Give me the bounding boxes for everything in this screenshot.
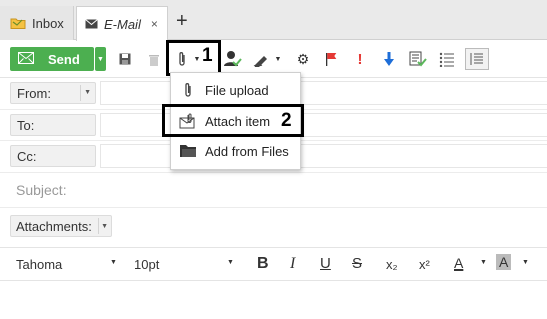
read-receipt-icon[interactable] (409, 50, 427, 68)
priority-high-icon[interactable]: ! (351, 50, 369, 68)
tab-email-label: E-Mail (104, 16, 141, 32)
list-icon[interactable] (438, 50, 456, 68)
chevron-down-icon[interactable]: ▼ (110, 259, 117, 266)
cc-button[interactable]: Cc: (10, 145, 96, 167)
tab-inbox-label: Inbox (32, 15, 64, 31)
highlight-color-button[interactable]: A (496, 254, 512, 270)
envelope-icon (85, 19, 98, 29)
strikethrough-button[interactable]: S (352, 255, 362, 272)
to-button[interactable]: To: (10, 114, 96, 136)
subject-row (0, 173, 547, 208)
template-icon[interactable] (465, 48, 489, 70)
annotation-number-2: 2 (281, 110, 292, 131)
divider (98, 218, 99, 234)
format-toolbar: Tahoma ▼ 10pt ▼ B I U S x₂ x² A ▼ A ▼ (0, 247, 547, 281)
new-tab-button[interactable]: + (176, 10, 188, 33)
from-button[interactable]: From: ▼ (10, 82, 96, 104)
menu-item-add-from-files[interactable]: Add from Files (171, 136, 300, 166)
flag-icon[interactable] (322, 50, 340, 68)
attachments-button[interactable]: Attachments: ▼ (10, 215, 112, 237)
annotation-number-1: 1 (202, 45, 213, 66)
menu-item-file-upload[interactable]: File upload (171, 75, 300, 105)
underline-button[interactable]: U (320, 255, 331, 272)
menu-item-label: Add from Files (205, 143, 289, 159)
from-label: From: (17, 85, 51, 101)
italic-button[interactable]: I (290, 255, 295, 273)
subscript-button[interactable]: x₂ (386, 257, 398, 272)
tab-inbox[interactable]: Inbox (0, 6, 74, 40)
font-family-select[interactable]: Tahoma (16, 257, 62, 272)
tab-bar: Inbox E-Mail × + (0, 0, 547, 41)
signature-dropdown-arrow[interactable]: ▼ (273, 50, 283, 68)
subject-input[interactable]: Subject: (16, 182, 67, 198)
chevron-down-icon[interactable]: ▼ (480, 259, 487, 266)
settings-icon[interactable]: ⚙ (294, 50, 312, 68)
priority-low-icon[interactable] (380, 50, 398, 68)
chevron-down-icon[interactable]: ▼ (522, 259, 529, 266)
font-color-button[interactable]: A (454, 255, 463, 271)
tab-email[interactable]: E-Mail × (76, 6, 168, 41)
bold-button[interactable]: B (257, 255, 269, 273)
close-icon[interactable]: × (151, 17, 158, 31)
send-icon (18, 51, 34, 67)
signature-icon[interactable] (253, 50, 271, 68)
send-button[interactable]: Send (10, 47, 94, 71)
contacts-icon[interactable] (224, 50, 242, 68)
save-icon[interactable] (116, 50, 134, 68)
chevron-down-icon[interactable]: ▼ (227, 259, 234, 266)
attachments-label: Attachments: (16, 218, 92, 234)
font-size-select[interactable]: 10pt (134, 257, 159, 272)
send-options-dropdown[interactable]: ▼ (95, 47, 106, 71)
divider (80, 85, 81, 101)
cc-label: Cc: (17, 148, 37, 164)
to-label: To: (17, 117, 35, 133)
superscript-button[interactable]: x² (419, 257, 430, 272)
trash-icon[interactable] (145, 50, 163, 68)
from-field[interactable] (100, 81, 547, 105)
folder-icon (10, 16, 26, 30)
menu-item-label: File upload (205, 82, 269, 98)
cc-field[interactable] (100, 144, 547, 168)
send-label: Send (48, 51, 80, 67)
chevron-down-icon: ▼ (84, 89, 91, 96)
chevron-down-icon: ▼ (101, 223, 108, 230)
folder-icon (179, 144, 197, 158)
paperclip-icon (179, 82, 197, 98)
